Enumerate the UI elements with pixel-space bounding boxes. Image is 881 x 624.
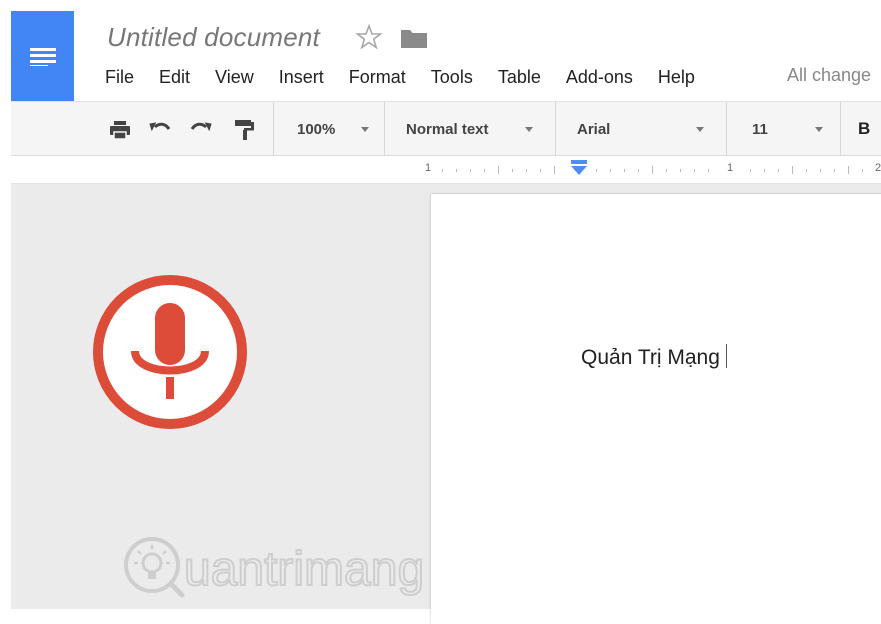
save-status[interactable]: All change [787,65,871,86]
menu-file[interactable]: File [105,67,134,88]
menu-insert[interactable]: Insert [279,67,324,88]
watermark-logo: uantrimang [124,537,425,598]
ruler-label: 1 [425,162,432,174]
ruler[interactable]: 1 1 2 [11,156,881,184]
font-size-select[interactable]: 11 [752,102,768,156]
document-body-text[interactable]: Quản Trị Mạng [581,344,727,370]
header: Untitled document File Edit View Insert … [0,0,881,101]
menu-tools[interactable]: Tools [431,67,473,88]
ruler-label: 1 [727,162,734,174]
toolbar-separator [384,102,385,156]
menu-help[interactable]: Help [658,67,695,88]
microphone-icon[interactable] [91,273,249,431]
watermark-text: uantrimang [184,543,424,596]
menu-add-ons[interactable]: Add-ons [566,67,633,88]
undo-icon[interactable] [148,118,172,142]
menu-format[interactable]: Format [349,67,406,88]
document-page[interactable]: Quản Trị Mạng [431,194,881,624]
menu-table[interactable]: Table [498,67,541,88]
toolbar-separator [726,102,727,156]
folder-icon[interactable] [400,27,428,49]
docs-lines-icon [29,48,56,66]
left-indent-marker [571,166,587,175]
document-title[interactable]: Untitled document [107,22,320,53]
document-canvas: Quản Trị Mạng uantrimang [11,184,881,624]
ruler-scale [442,160,863,175]
style-caret-icon[interactable] [525,127,533,132]
menu-edit[interactable]: Edit [159,67,190,88]
docs-logo[interactable] [11,11,74,101]
paint-format-icon[interactable] [232,118,256,142]
first-line-indent-marker [571,160,587,164]
ruler-label: 2 [875,162,881,174]
toolbar-separator [555,102,556,156]
document-text: Quản Trị Mạng [581,346,720,369]
zoom-select[interactable]: 100% [297,102,335,156]
redo-icon[interactable] [189,118,213,142]
menu-view[interactable]: View [215,67,254,88]
font-size-caret-icon[interactable] [815,127,823,132]
style-select[interactable]: Normal text [406,102,489,156]
star-outline-icon[interactable] [355,23,383,51]
menu-bar: File Edit View Insert Format Tools Table… [105,64,695,90]
font-select[interactable]: Arial [577,102,610,156]
toolbar-separator [273,102,274,156]
bold-button[interactable]: B [858,102,870,156]
zoom-caret-icon[interactable] [361,127,369,132]
font-caret-icon[interactable] [696,127,704,132]
text-cursor [725,344,727,368]
toolbar: 100% Normal text Arial 11 B [11,101,881,156]
print-icon[interactable] [108,118,132,142]
toolbar-separator [840,102,841,156]
